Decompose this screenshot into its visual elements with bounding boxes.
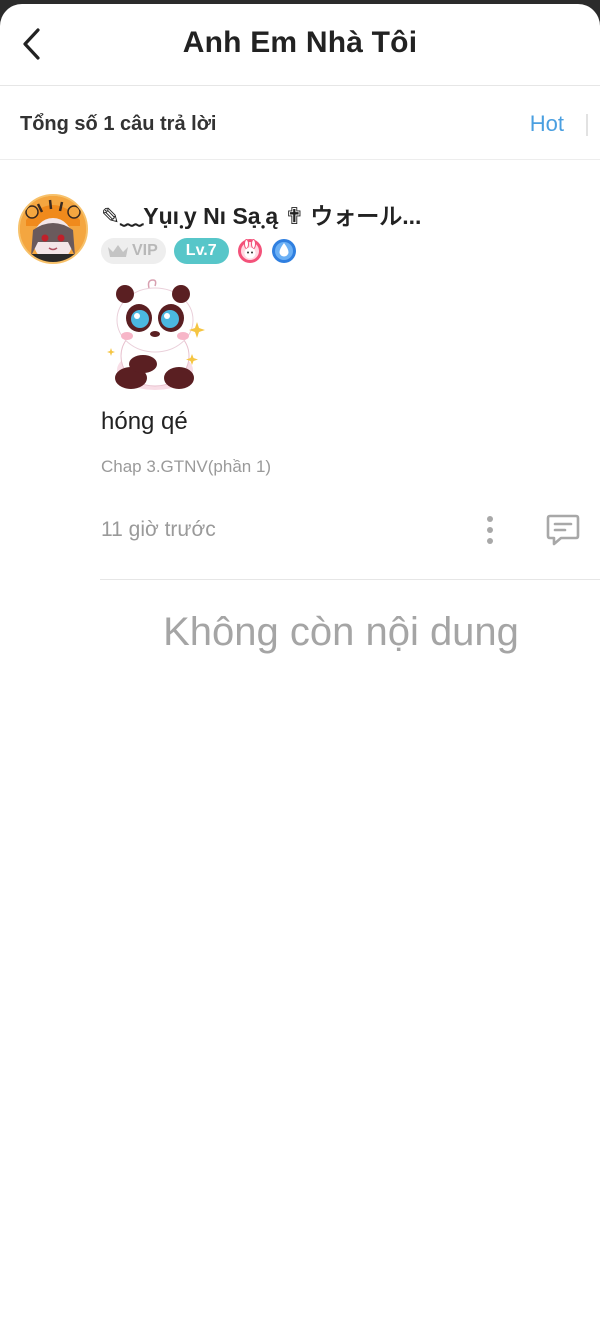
comment-timestamp: 11 giờ trước bbox=[101, 518, 216, 541]
level-badge: Lv.7 bbox=[173, 238, 229, 264]
answer-count: Tổng số 1 câu trả lời bbox=[20, 113, 217, 135]
sort-divider bbox=[586, 114, 588, 136]
bunny-badge-icon bbox=[237, 239, 262, 263]
username[interactable]: ✎﹏Yụı຺y Nı Sạ຺ą ✟ ウォール... bbox=[101, 197, 481, 235]
answers-summary-bar: Tổng số 1 câu trả lời Hot bbox=[0, 87, 600, 160]
no-more-content-message: Không còn nội dung bbox=[163, 610, 519, 654]
more-options-icon[interactable] bbox=[476, 512, 504, 548]
water-drop-badge-icon bbox=[271, 239, 296, 263]
vip-label: VIP bbox=[132, 242, 158, 259]
comment-text: hóng qé bbox=[101, 408, 188, 435]
crown-icon bbox=[108, 245, 128, 257]
comment-divider bbox=[100, 579, 600, 580]
vip-badge: VIP bbox=[101, 238, 166, 264]
user-badges: VIP Lv.7 bbox=[101, 237, 297, 265]
top-app-bar: Anh Em Nhà Tôi bbox=[0, 4, 600, 86]
sort-hot-button[interactable]: Hot bbox=[530, 111, 564, 137]
avatar[interactable] bbox=[18, 194, 88, 264]
panda-sticker bbox=[107, 279, 205, 390]
comments-screen: Anh Em Nhà Tôi Tổng số 1 câu trả lời Hot… bbox=[0, 4, 600, 1335]
page-title: Anh Em Nhà Tôi bbox=[182, 26, 418, 59]
avatar-image bbox=[20, 196, 86, 262]
reply-comment-icon[interactable] bbox=[545, 511, 581, 547]
chapter-link[interactable]: Chap 3.GTNV(phần 1) bbox=[101, 457, 271, 477]
